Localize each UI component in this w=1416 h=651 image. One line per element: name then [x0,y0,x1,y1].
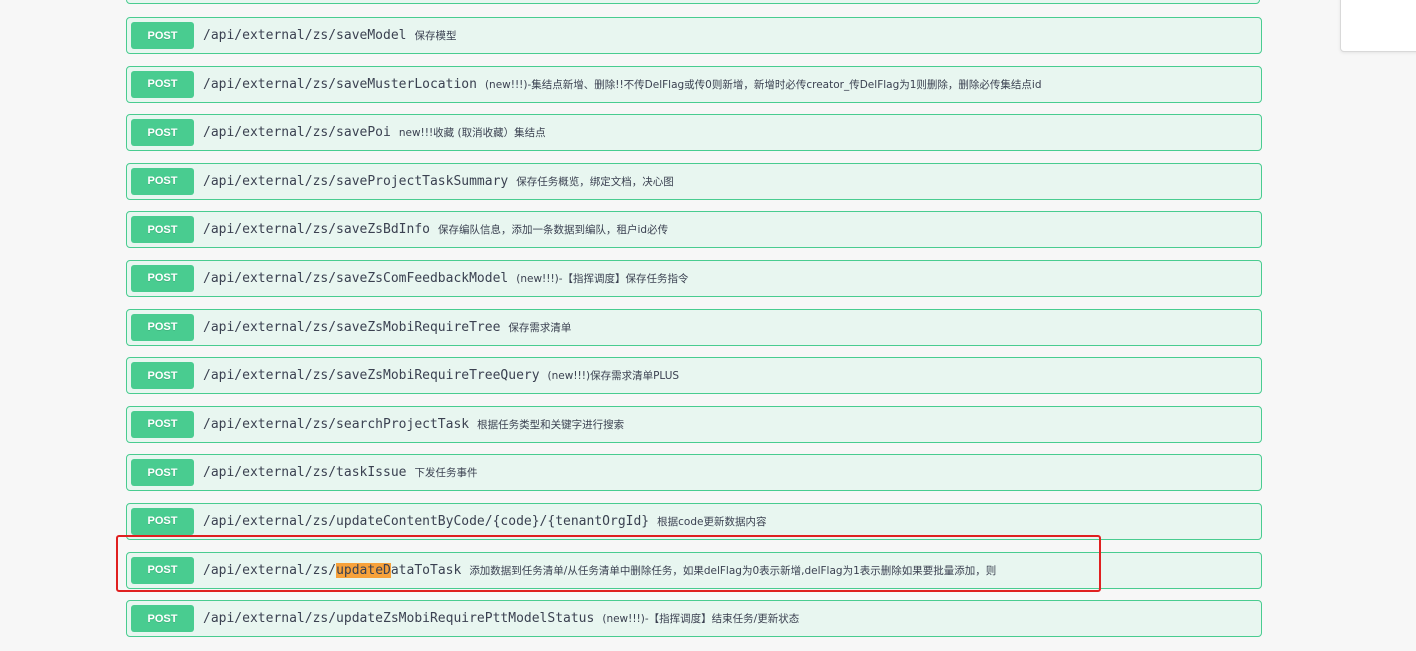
side-panel [1340,0,1416,52]
endpoint-summary: 根据code更新数据内容 [657,515,767,528]
method-badge: POST [131,313,194,341]
endpoint-path: /api/external/zs/saveZsComFeedbackModel [203,270,509,286]
path-suffix: ataToTask [390,562,462,578]
operation-row-highlighted[interactable]: POST /api/external/zs/updateDataToTask 添… [126,551,1262,589]
endpoint-summary: 下发任务事件 [414,467,478,480]
endpoint-path: /api/external/zs/saveProjectTaskSummary [203,173,509,189]
endpoint-path: /api/external/zs/saveModel [203,28,407,43]
operation-row[interactable]: POST /api/external/zs/taskIssue 下发任务事件 [126,454,1262,492]
endpoint-summary: 添加数据到任务清单/从任务清单中删除任务，如果delFlag为0表示新增,del… [469,564,997,577]
search-match-highlight: updateD [336,562,391,578]
endpoint-summary: (new!!!)-【指挥调度】结束任务/更新状态 [602,613,800,626]
path-prefix: /api/external/zs/ [203,562,337,578]
endpoint-path: /api/external/zs/saveMusterLocation [203,76,477,92]
method-badge: POST [131,167,194,195]
endpoint-summary: 根据任务类型和关键字进行搜索 [477,418,625,431]
operation-row[interactable]: POST /api/external/zs/saveZsComFeedbackM… [126,259,1262,297]
endpoint-summary: (new!!!)-【指挥调度】保存任务指令 [516,272,689,285]
endpoint-path: /api/external/zs/saveZsMobiRequireTree [203,319,501,335]
endpoint-path: /api/external/zs/updateContentByCode/{co… [203,513,650,529]
method-badge: POST [131,410,194,438]
endpoint-path: /api/external/zs/updateDataToTask [203,562,462,578]
method-badge: POST [131,216,194,244]
operation-row[interactable]: POST /api/external/zs/saveZsBdInfo 保存编队信… [126,211,1262,249]
endpoint-summary: 保存需求清单 [508,321,572,334]
method-badge: POST [131,119,194,147]
endpoint-summary: (new!!!)-集结点新增、删除!!不传DelFlag或传0则新增，新增时必传… [484,78,1042,91]
method-badge: POST [131,264,194,292]
method-badge: POST [131,507,194,535]
method-badge: POST [131,605,194,633]
operation-row[interactable]: POST /api/external/zs/saveZsMobiRequireT… [126,357,1262,395]
operation-row[interactable]: POST /api/external/zs/saveProjectTaskSum… [126,162,1262,200]
operation-row[interactable]: POST /api/external/zs/savePoi new!!!收藏 (… [126,114,1262,152]
method-badge: POST [131,459,194,487]
operation-row[interactable]: POST /api/external/zs/updateContentByCod… [126,502,1262,540]
operation-row[interactable]: POST /api/external/zs/saveZsMobiRequireT… [126,308,1262,346]
endpoint-summary: 保存模型 [414,30,457,42]
operation-list: POST /api/external/zs/saveModel 保存模型 POS… [126,17,1262,649]
endpoint-summary: new!!!收藏 (取消收藏）集结点 [398,127,546,140]
operation-row[interactable]: POST /api/external/zs/searchProjectTask … [126,405,1262,443]
method-badge: POST [131,556,194,584]
method-badge: POST [131,70,194,98]
endpoint-path: /api/external/zs/taskIssue [203,465,407,481]
previous-operation-row[interactable] [126,0,1260,4]
endpoint-path: /api/external/zs/updateZsMobiRequirePttM… [203,611,595,627]
endpoint-summary: 保存编队信息，添加一条数据到编队，租户id必传 [437,224,669,237]
operation-row[interactable]: POST /api/external/zs/updateZsMobiRequir… [126,600,1262,638]
method-badge: POST [131,362,194,390]
swagger-operations-page: POST /api/external/zs/saveModel 保存模型 POS… [0,0,1416,651]
operation-row[interactable]: POST /api/external/zs/saveModel 保存模型 [126,17,1262,54]
endpoint-path: /api/external/zs/savePoi [203,125,391,141]
endpoint-path: /api/external/zs/searchProjectTask [203,416,470,432]
endpoint-path: /api/external/zs/saveZsBdInfo [203,222,430,238]
method-badge: POST [131,22,194,49]
endpoint-summary: 保存任务概览，绑定文档，决心图 [516,175,674,188]
endpoint-path: /api/external/zs/saveZsMobiRequireTreeQu… [203,368,540,384]
endpoint-summary: (new!!!)保存需求清单PLUS [547,370,680,383]
operation-row[interactable]: POST /api/external/zs/saveMusterLocation… [126,65,1262,103]
